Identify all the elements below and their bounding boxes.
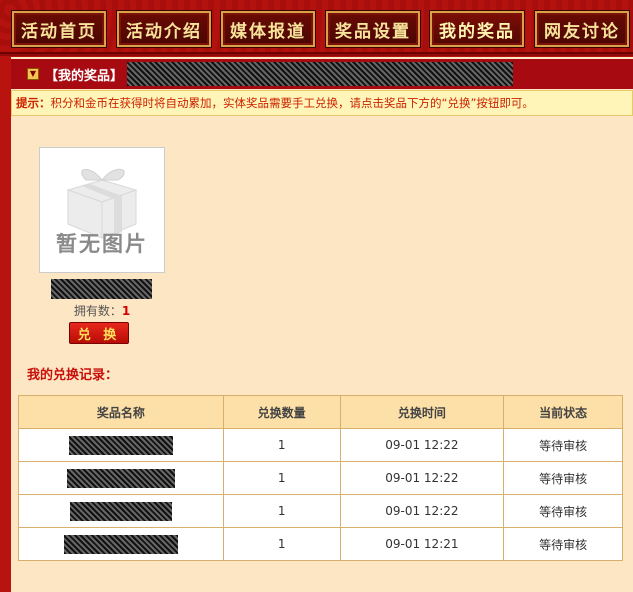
table-row: 1 09-01 12:22 等待审核 [18, 461, 623, 495]
time-cell: 09-01 12:22 [339, 494, 505, 528]
owned-count: 拥有数：1 [39, 302, 165, 319]
nav-activity-intro[interactable]: 活动介绍 [117, 11, 211, 47]
redacted-prize-name [66, 468, 175, 488]
notice-bar: 提示： 积分和金币在获得时将自动累加，实体奖品需要手工兑换，请点击奖品下方的“兑… [11, 90, 633, 116]
chevron-down-icon[interactable]: ▼ [27, 68, 39, 80]
col-quantity: 兑换数量 [222, 395, 341, 429]
nav-prize-settings[interactable]: 奖品设置 [326, 11, 420, 47]
no-image-text: 暂无图片 [56, 232, 148, 256]
notice-text: 积分和金币在获得时将自动累加，实体奖品需要手工兑换，请点击奖品下方的“兑换”按钮… [50, 96, 534, 110]
my-prizes-panel: ▼ 【我的奖品】 提示： 积分和金币在获得时将自动累加，实体奖品需要手工兑换，请… [11, 57, 633, 592]
col-prize-name: 奖品名称 [18, 395, 224, 429]
prize-name-cell [18, 428, 224, 462]
quantity-cell: 1 [222, 494, 341, 528]
nav-user-discussion[interactable]: 网友讨论 [535, 11, 629, 47]
prize-name-cell [18, 527, 224, 561]
nav-media-reports[interactable]: 媒体报道 [221, 11, 315, 47]
exchange-button[interactable]: 兑 换 [69, 322, 129, 344]
prize-name-cell [18, 461, 224, 495]
redacted-prize-name [69, 501, 172, 521]
prize-image: 暂无图片 [39, 147, 165, 273]
section-title: 【我的奖品】 [45, 68, 124, 84]
time-cell: 09-01 12:22 [339, 428, 505, 462]
top-navigation: 活动首页 活动介绍 媒体报道 奖品设置 我的奖品 网友讨论 [0, 0, 633, 54]
col-status: 当前状态 [503, 395, 623, 429]
nav-my-prizes[interactable]: 我的奖品 [430, 11, 524, 47]
status-cell: 等待审核 [503, 494, 623, 528]
redacted-prize-name [63, 534, 178, 554]
status-cell: 等待审核 [503, 428, 623, 462]
table-row: 1 09-01 12:21 等待审核 [18, 527, 623, 561]
col-time: 兑换时间 [339, 395, 505, 429]
status-cell: 等待审核 [503, 461, 623, 495]
quantity-cell: 1 [222, 461, 341, 495]
prize-name-cell [18, 494, 224, 528]
time-cell: 09-01 12:21 [339, 527, 505, 561]
exchange-records-table: 奖品名称 兑换数量 兑换时间 当前状态 1 09-01 12:22 等待审核 1… [18, 395, 623, 561]
quantity-cell: 1 [222, 527, 341, 561]
status-cell: 等待审核 [503, 527, 623, 561]
time-cell: 09-01 12:22 [339, 461, 505, 495]
nav-activity-home[interactable]: 活动首页 [12, 11, 106, 47]
owned-label: 拥有数： [73, 304, 122, 318]
owned-number: 1 [121, 304, 131, 318]
prize-name-redacted [51, 279, 152, 299]
table-header-row: 奖品名称 兑换数量 兑换时间 当前状态 [18, 395, 623, 429]
table-row: 1 09-01 12:22 等待审核 [18, 494, 623, 528]
records-title: 我的兑换记录： [27, 368, 119, 383]
table-row: 1 09-01 12:22 等待审核 [18, 428, 623, 462]
redacted-banner [127, 62, 514, 86]
notice-label: 提示： [16, 96, 51, 110]
redacted-prize-name [68, 435, 173, 455]
quantity-cell: 1 [222, 428, 341, 462]
section-title-bar: ▼ 【我的奖品】 [11, 59, 633, 89]
